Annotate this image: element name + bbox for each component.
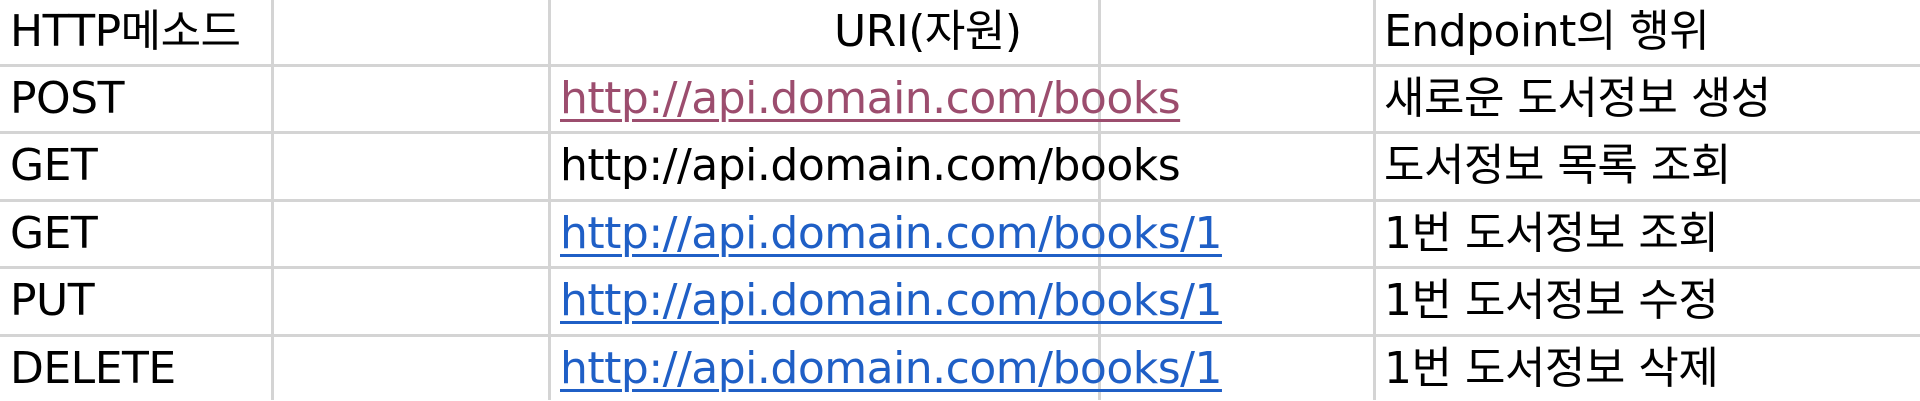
row-method: DELETE [10,343,176,394]
row-endpoint: 1번 도서정보 조회 [1384,208,1719,259]
row-method: GET [10,208,98,259]
header-endpoint: Endpoint의 행위 [1384,6,1710,57]
row-method: POST [10,73,124,124]
header-uri: URI(자원) [834,6,1022,57]
header-method: HTTP메소드 [10,6,241,57]
row-endpoint: 새로운 도서정보 생성 [1384,73,1771,124]
row-method: PUT [10,275,95,326]
row-method: GET [10,140,98,191]
spreadsheet: HTTP메소드 URI(자원) Endpoint의 행위 POST http:/… [0,0,1920,400]
row-uri: http://api.domain.com/books [560,140,1181,191]
row-uri-link[interactable]: http://api.domain.com/books [560,67,1181,131]
row-uri-link[interactable]: http://api.domain.com/books/1 [560,269,1222,333]
row-endpoint: 1번 도서정보 수정 [1384,275,1719,326]
row-uri-link[interactable]: http://api.domain.com/books/1 [560,337,1222,401]
row-uri-link[interactable]: http://api.domain.com/books/1 [560,202,1222,266]
row-endpoint: 1번 도서정보 삭제 [1384,343,1719,394]
row-endpoint: 도서정보 목록 조회 [1384,140,1731,191]
